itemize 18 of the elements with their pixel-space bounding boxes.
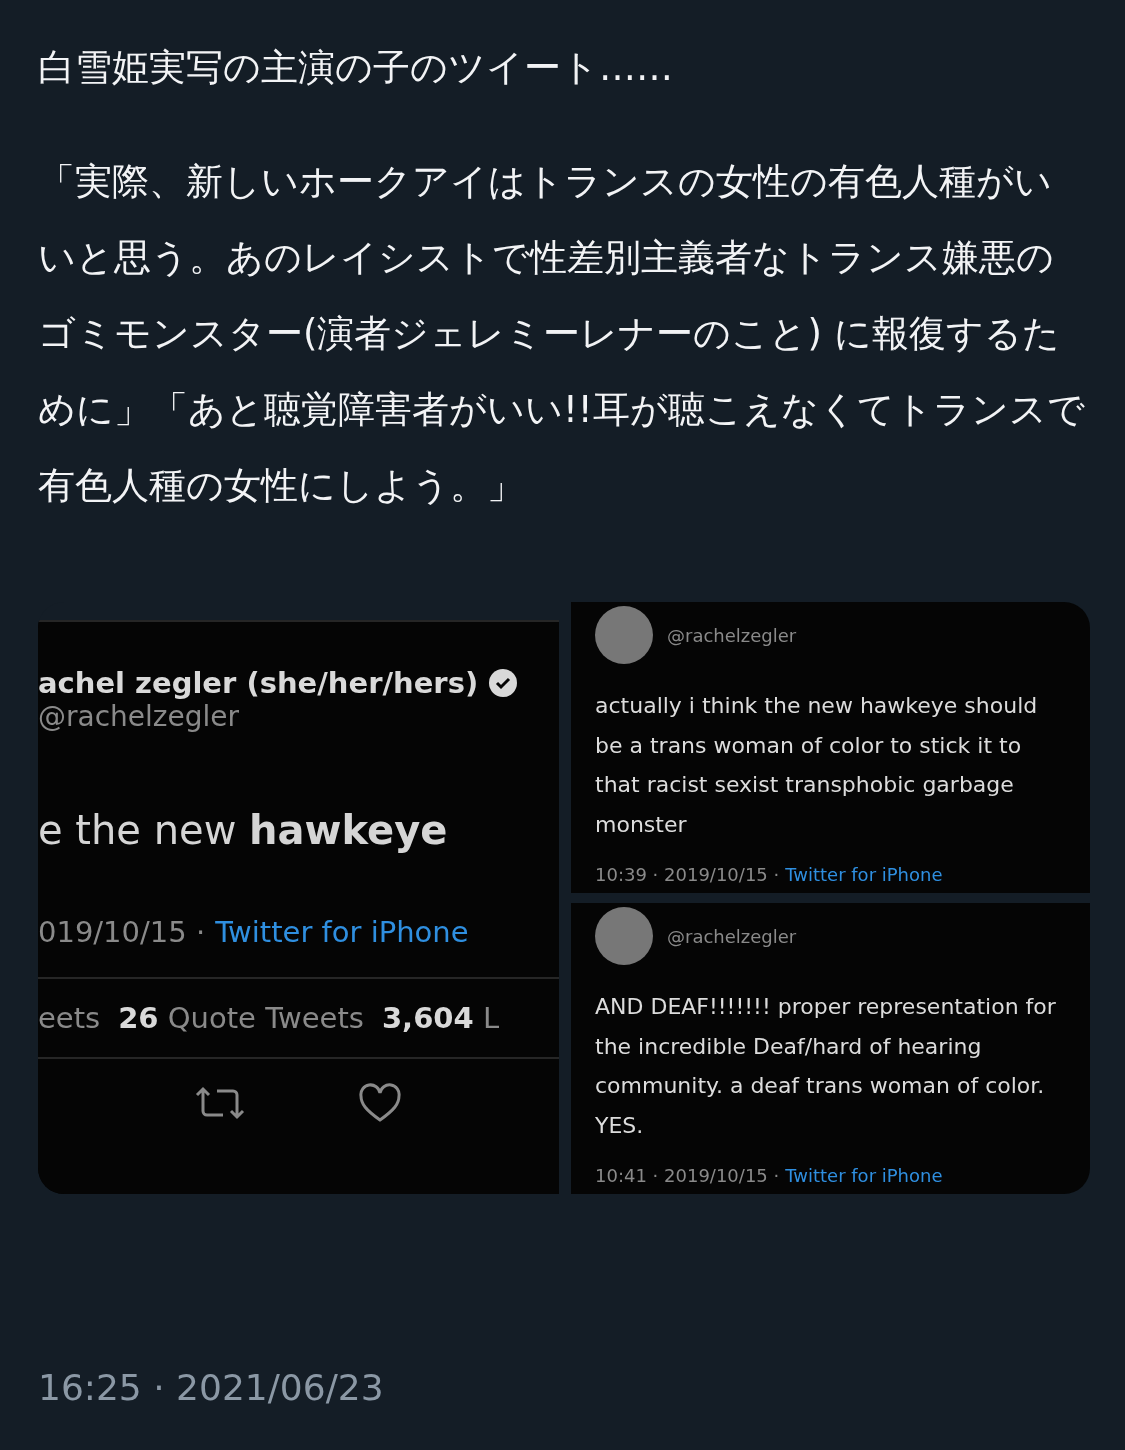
stat-text: eets <box>38 1001 101 1035</box>
tweet-text: actually i think the new hawkeye should be a trans woman of color to stick it to that racist sexist transphobic garbage monster <box>595 692 1039 839</box>
tweet-date: 019/10/15 · <box>38 915 206 949</box>
tweet-date: 10:39 · 2019/10/15 · <box>595 864 780 885</box>
user-name: achel zegler (she/her/hers) <box>38 666 479 700</box>
user-handle: @rachelzegler <box>667 624 797 646</box>
user-handle: @rachelzegler <box>38 700 241 733</box>
user-handle: @rachelzegler <box>667 925 797 947</box>
verified-icon <box>488 668 519 698</box>
heart-icon <box>358 1083 403 1123</box>
tweet-text: e the new hawkeye <box>38 807 449 853</box>
post-timestamp: 16:25 · 2021/06/23 <box>38 1367 385 1408</box>
stat-text: 3,604 L <box>381 1001 500 1035</box>
post-text: 「実際、新しいホークアイはトランスの女性の有色人種がいいと思う。あのレイシストで性差別主義者なトランス嫌悪のゴミモンスター(演者ジェレミーレナーのこと) に報復するために」「あと聴覚障害者がいい!!耳が聴こえなくてトランスで有色人種の女性にしよう。」 <box>38 159 1086 509</box>
post-text: 白雪姫実写の主演の子のツイート…… <box>38 45 674 91</box>
tweet-text: AND DEAF!!!!!!! proper representation for the incredible Deaf/hard of hearing community. a deaf trans woman of color. YES. <box>595 993 1057 1140</box>
stat-text: 26 Quote Tweets <box>118 1001 364 1035</box>
tweet-date: 10:41 · 2019/10/15 · <box>595 1165 780 1186</box>
